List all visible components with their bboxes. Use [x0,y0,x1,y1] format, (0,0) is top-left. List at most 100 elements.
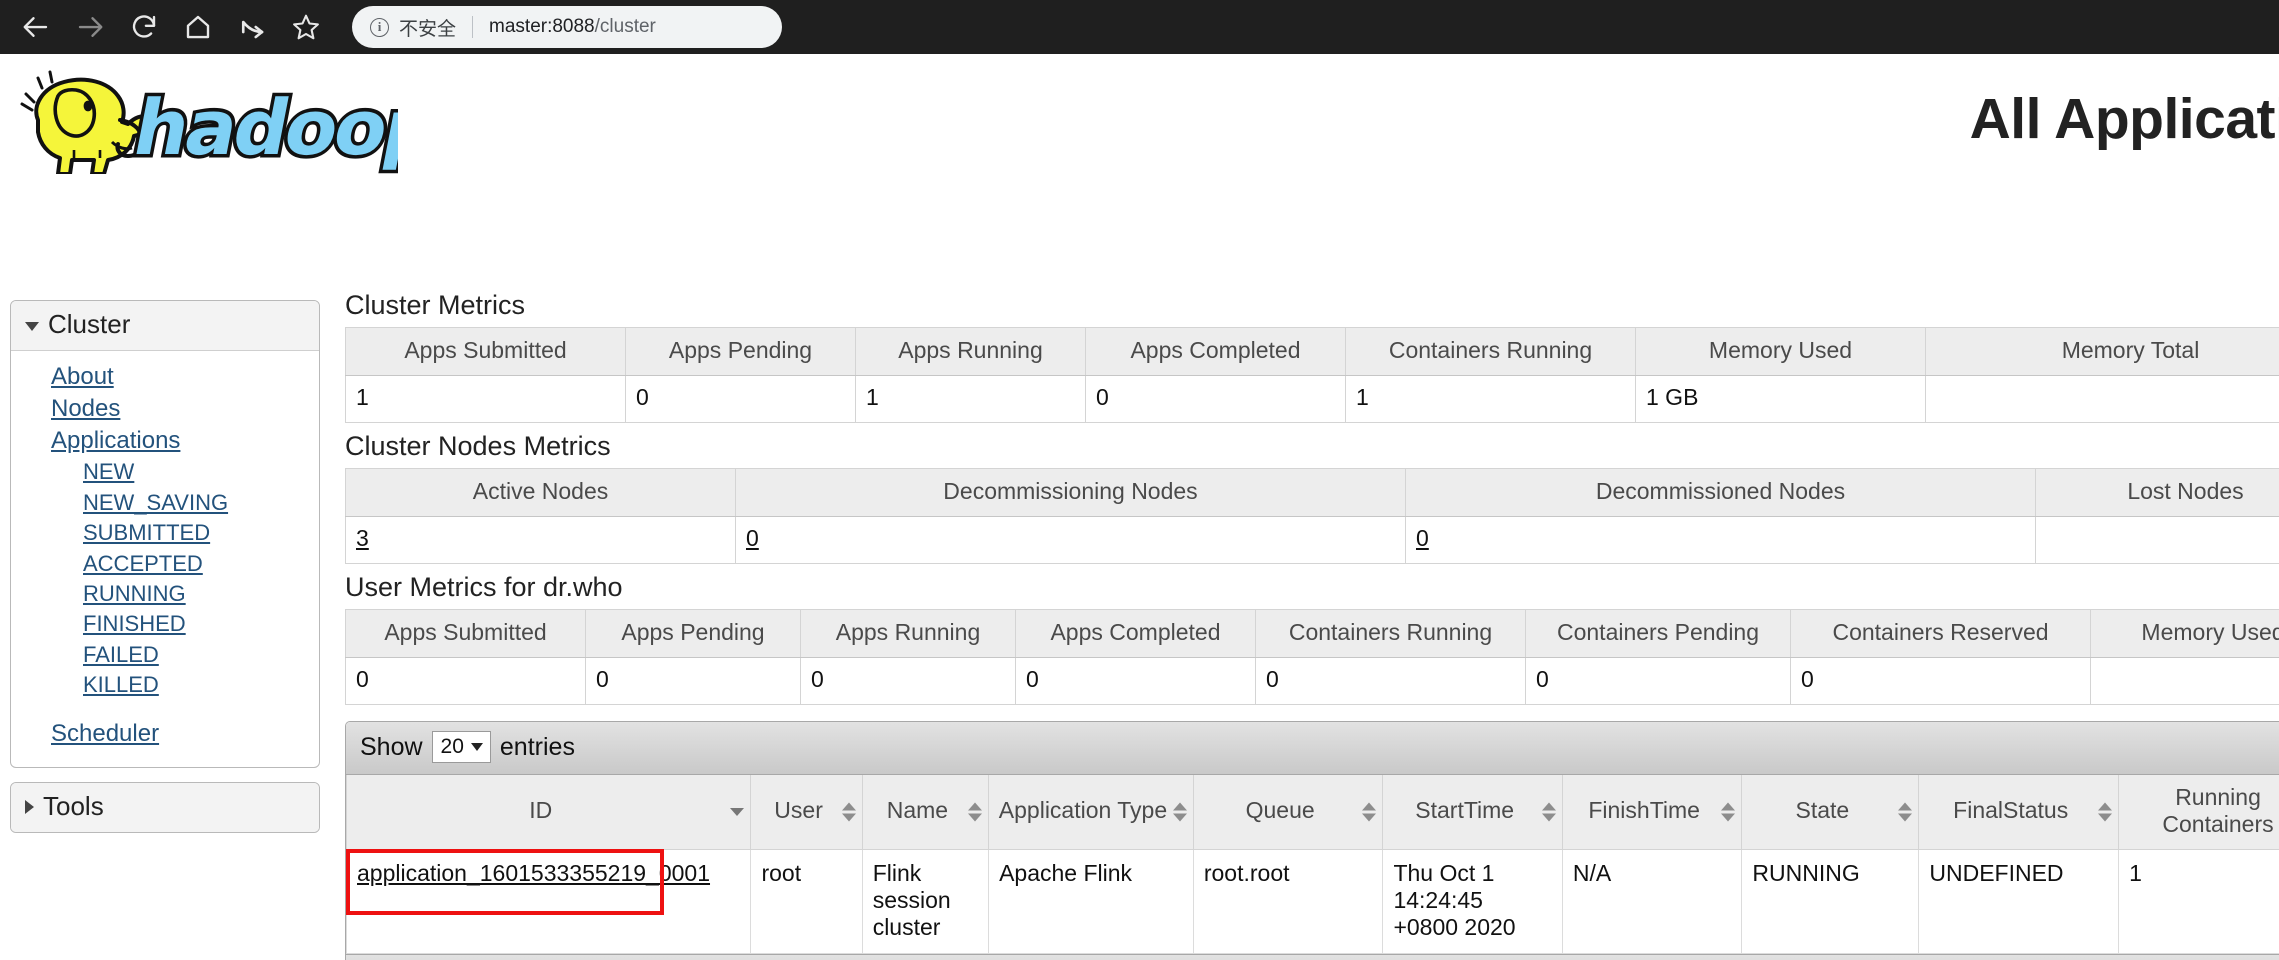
table-row: 3 0 0 [345,516,2279,564]
hadoop-logo[interactable]: hadoop [8,62,398,174]
val-decommissioned-nodes: 0 [1405,516,2036,564]
col-queue[interactable]: Queue [1192,775,1384,850]
sidebar-item-finished[interactable]: FINISHED [11,609,319,639]
sort-icon[interactable] [1898,802,1913,822]
col-finishtime-label: FinishTime [1588,797,1700,824]
entries-length-value: 20 [440,735,464,758]
sidebar-item-scheduler[interactable]: Scheduler [11,718,319,750]
sidebar-item-submitted[interactable]: SUBMITTED [11,518,319,548]
cell-id: application_1601533355219_0001 [346,848,752,954]
sidebar-section-tools-label: Tools [43,790,104,821]
address-bar[interactable]: i 不安全 master:8088/cluster [352,6,782,48]
col-apps-completed: Apps Completed [1085,327,1346,376]
sidebar-panel-tools: Tools [10,781,320,833]
browser-toolbar: i 不安全 master:8088/cluster [0,0,2279,54]
col-starttime[interactable]: StartTime [1382,775,1563,850]
sidebar-item-failed[interactable]: FAILED [11,640,319,670]
sidebar-item-running[interactable]: RUNNING [11,579,319,609]
cell-queue: root.root [1192,849,1384,954]
info-icon[interactable]: i [370,17,389,37]
col-user-apps-submitted: Apps Submitted [345,609,586,658]
entries-length-select[interactable]: 20 [431,731,491,763]
val-active-nodes: 3 [345,516,736,564]
undo-icon[interactable] [230,5,274,49]
applications-datatable: Show 20 entries ID User Name Application… [345,721,2279,960]
val-apps-running: 1 [855,375,1086,423]
col-finalstatus-label: FinalStatus [1953,797,2069,824]
val-containers-running: 1 [1345,375,1636,423]
url-host: master:8088 [489,16,595,37]
val-lost-nodes [2035,516,2279,564]
val-user-apps-running: 0 [800,657,1016,705]
sidebar-item-applications[interactable]: Applications [11,425,319,457]
decommissioned-nodes-link[interactable]: 0 [1416,525,1429,551]
svg-text:hadoop: hadoop [126,85,398,173]
sort-icon[interactable] [841,802,856,822]
sidebar-panel-cluster: Cluster About Nodes Applications NEW NEW… [10,300,320,768]
chevron-down-icon [470,743,483,751]
table-header-row: Active Nodes Decommissioning Nodes Decom… [345,468,2279,517]
page-title: All Application [1969,87,2279,151]
reload-icon[interactable] [122,5,166,49]
col-state[interactable]: State [1741,775,1920,850]
col-apps-pending: Apps Pending [625,327,856,376]
col-application-type[interactable]: Application Type [988,775,1194,850]
table-row: application_1601533355219_0001 root Flin… [346,848,2279,954]
col-finishtime[interactable]: FinishTime [1561,775,1743,850]
sort-icon[interactable] [968,802,983,822]
col-apps-running: Apps Running [855,327,1086,376]
decommissioning-nodes-link[interactable]: 0 [746,525,759,551]
val-user-containers-running: 0 [1255,657,1526,705]
cell-user: root [750,849,863,954]
col-apps-submitted: Apps Submitted [345,327,626,376]
sidebar-item-new[interactable]: NEW [11,457,319,487]
sidebar-item-nodes[interactable]: Nodes [11,393,319,425]
col-memory-total: Memory Total [1925,327,2279,376]
security-label: 不安全 [399,18,457,40]
col-user[interactable]: User [750,775,863,850]
forward-arrow-icon[interactable] [68,5,112,49]
table-row: 1 0 1 0 1 1 GB [345,375,2279,423]
sort-icon[interactable] [1721,802,1736,822]
val-user-containers-reserved: 0 [1790,657,2091,705]
col-user-containers-running: Containers Running [1255,609,1526,658]
cell-finalstatus: UNDEFINED [1918,849,2120,954]
col-running-containers[interactable]: Running Containers [2118,775,2279,850]
col-containers-running: Containers Running [1345,327,1636,376]
val-apps-pending: 0 [625,375,856,423]
chevron-down-icon [25,322,39,331]
back-arrow-icon[interactable] [14,5,58,49]
applications-table: ID User Name Application Type Queue Star… [346,775,2279,954]
col-memory-used: Memory Used [1635,327,1926,376]
sidebar-item-new-saving[interactable]: NEW_SAVING [11,488,319,518]
sort-icon[interactable] [1362,802,1377,822]
col-user-apps-completed: Apps Completed [1015,609,1256,658]
user-metrics-title: User Metrics for dr.who [345,572,623,602]
col-user-containers-reserved: Containers Reserved [1790,609,2091,658]
sort-icon[interactable] [1541,802,1556,822]
sort-icon[interactable] [2098,802,2113,822]
col-decommissioned-nodes: Decommissioned Nodes [1405,468,2036,517]
star-icon[interactable] [284,5,328,49]
col-application-type-label: Application Type [998,797,1168,824]
application-id-link[interactable]: application_1601533355219_0001 [357,860,710,886]
cell-name: Flink session cluster [861,849,990,954]
sidebar-item-killed[interactable]: KILLED [11,670,319,700]
sort-descending-icon[interactable] [730,807,745,816]
sidebar-item-accepted[interactable]: ACCEPTED [11,549,319,579]
yarn-resourcemanager-page: hadoop All Application Cluster About Nod… [0,54,2279,960]
col-name[interactable]: Name [861,775,990,850]
sidebar-section-tools-toggle[interactable]: Tools [11,782,319,832]
sidebar-item-about[interactable]: About [11,361,319,393]
main-content: Cluster Metrics Apps Submitted Apps Pend… [345,290,2279,960]
sidebar-cluster-body: About Nodes Applications NEW NEW_SAVING … [11,351,319,767]
home-icon[interactable] [176,5,220,49]
col-finalstatus[interactable]: FinalStatus [1918,775,2120,850]
datatable-length-bar: Show 20 entries [346,722,2279,775]
col-id[interactable]: ID [346,775,752,850]
active-nodes-link[interactable]: 3 [356,525,369,551]
col-active-nodes: Active Nodes [345,468,736,517]
sidebar-section-cluster-toggle[interactable]: Cluster [11,301,319,351]
col-queue-label: Queue [1245,797,1315,824]
sort-icon[interactable] [1172,802,1187,822]
